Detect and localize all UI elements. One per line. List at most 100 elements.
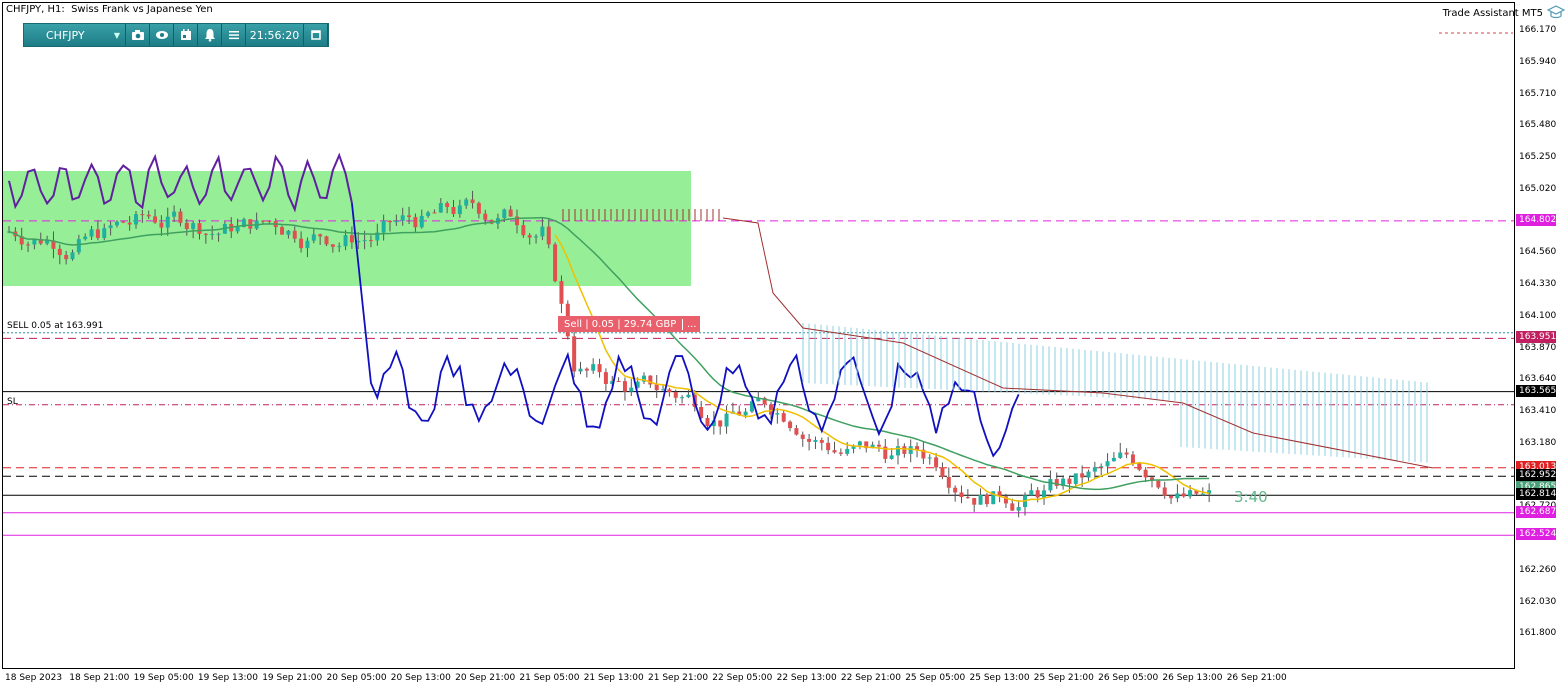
price-tag: 162.524 [1516, 528, 1556, 541]
time-axis-label: 25 Sep 21:00 [1033, 673, 1094, 683]
candle-body [578, 368, 583, 372]
price-axis-label: 165.940 [1519, 56, 1557, 67]
candle-body [527, 235, 532, 238]
calendar-button[interactable] [174, 24, 198, 46]
candle-body [330, 244, 335, 247]
screenshot-button[interactable] [126, 24, 150, 46]
candle-body [705, 418, 710, 427]
candle-body [953, 487, 958, 493]
candle-body [108, 225, 113, 229]
window-button[interactable] [304, 24, 328, 46]
candle-body [540, 226, 545, 237]
candle-body [400, 215, 405, 221]
price-axis-label: 163.640 [1519, 374, 1557, 385]
camera-icon [131, 30, 144, 40]
candle-body [483, 213, 488, 220]
price-chart[interactable] [3, 3, 1515, 669]
candle-body [718, 420, 723, 427]
time-axis-label: 22 Sep 13:00 [776, 673, 837, 683]
position-popup[interactable]: Sell | 0.05 | 29.74 GBP ... [558, 316, 701, 332]
candle-body [972, 498, 977, 505]
candle-body [508, 209, 513, 217]
candle-body [1188, 490, 1193, 497]
candle-body [178, 211, 183, 223]
candle-body [413, 217, 418, 228]
time-axis-label: 19 Sep 05:00 [133, 673, 194, 683]
candle-body [896, 446, 900, 456]
candle-body [775, 413, 780, 415]
candle-body [134, 214, 138, 225]
candle-body [381, 220, 386, 233]
price-axis-label: 164.100 [1519, 310, 1557, 321]
candle-body [1169, 495, 1174, 499]
candle-body [476, 203, 481, 214]
candle-body [800, 434, 805, 439]
candle-body [584, 368, 589, 371]
candle-body [603, 372, 608, 384]
symbol-selector[interactable]: CHFJPY ▼ [24, 24, 126, 46]
candle-body [826, 442, 831, 451]
chart-title: CHFJPY, H1: Swiss Frank vs Japanese Yen [6, 4, 213, 15]
candle-body [832, 450, 837, 453]
candle-body [343, 235, 348, 247]
candle-body [1016, 507, 1021, 511]
candle-body [819, 440, 824, 443]
candle-body [464, 199, 469, 206]
candle-body [407, 215, 412, 218]
candle-body [934, 457, 939, 468]
candle-body [324, 236, 329, 245]
candle-body [654, 384, 659, 391]
candle-body [26, 244, 31, 246]
candle-body [286, 230, 291, 235]
candle-body [591, 364, 596, 371]
time-axis-label: 19 Sep 21:00 [262, 673, 323, 683]
bell-icon [204, 29, 215, 42]
time-axis-label: 22 Sep 21:00 [840, 673, 901, 683]
window-icon [310, 30, 321, 40]
candle-body [203, 233, 208, 235]
time-axis-label: 18 Sep 2023 [5, 673, 63, 683]
position-more-button[interactable]: ... [682, 318, 700, 330]
candle-body [426, 212, 431, 216]
candle-body [807, 438, 812, 442]
candle-body [1067, 478, 1072, 484]
candle-body [1124, 452, 1129, 455]
candle-body [788, 421, 793, 429]
price-axis-label: 163.870 [1519, 342, 1557, 353]
candle-body [261, 220, 265, 222]
cloud-boundary [722, 217, 1434, 469]
candle-body [940, 467, 945, 477]
candle-body [673, 391, 678, 398]
trade-assistant-label[interactable]: Trade Assistant MT5 [1443, 8, 1543, 19]
menu-button[interactable] [222, 24, 246, 46]
candle-body [438, 203, 443, 213]
alerts-button[interactable] [198, 24, 222, 46]
candle-body [1162, 487, 1167, 496]
price-axis-label: 163.410 [1519, 406, 1557, 416]
candle-body [857, 441, 862, 446]
candle-body [889, 455, 894, 459]
candle-body [419, 215, 424, 228]
graduation-cap-icon[interactable] [1547, 5, 1565, 19]
candle-body [1130, 454, 1135, 464]
price-axis-label: 164.330 [1519, 279, 1557, 289]
time-axis-label: 25 Sep 13:00 [969, 673, 1030, 683]
candle-body [216, 233, 221, 235]
candle-body [337, 246, 342, 248]
candle-body [470, 199, 475, 204]
candle-body [559, 281, 564, 304]
candle-body [629, 387, 634, 392]
visibility-button[interactable] [150, 24, 174, 46]
candle-timer: 3:40 [1234, 488, 1268, 506]
candle-body [210, 234, 215, 236]
candle-body [140, 214, 145, 216]
price-tag: 162.814 [1516, 488, 1556, 501]
time-axis-label: 21 Sep 21:00 [648, 673, 709, 683]
candle-body [984, 494, 989, 505]
candle-body [248, 219, 253, 229]
chart-area[interactable] [2, 2, 1515, 669]
candle-body [616, 380, 621, 382]
candle-body [445, 203, 450, 207]
candle-body [965, 497, 970, 499]
price-axis-label: 166.170 [1519, 25, 1557, 35]
